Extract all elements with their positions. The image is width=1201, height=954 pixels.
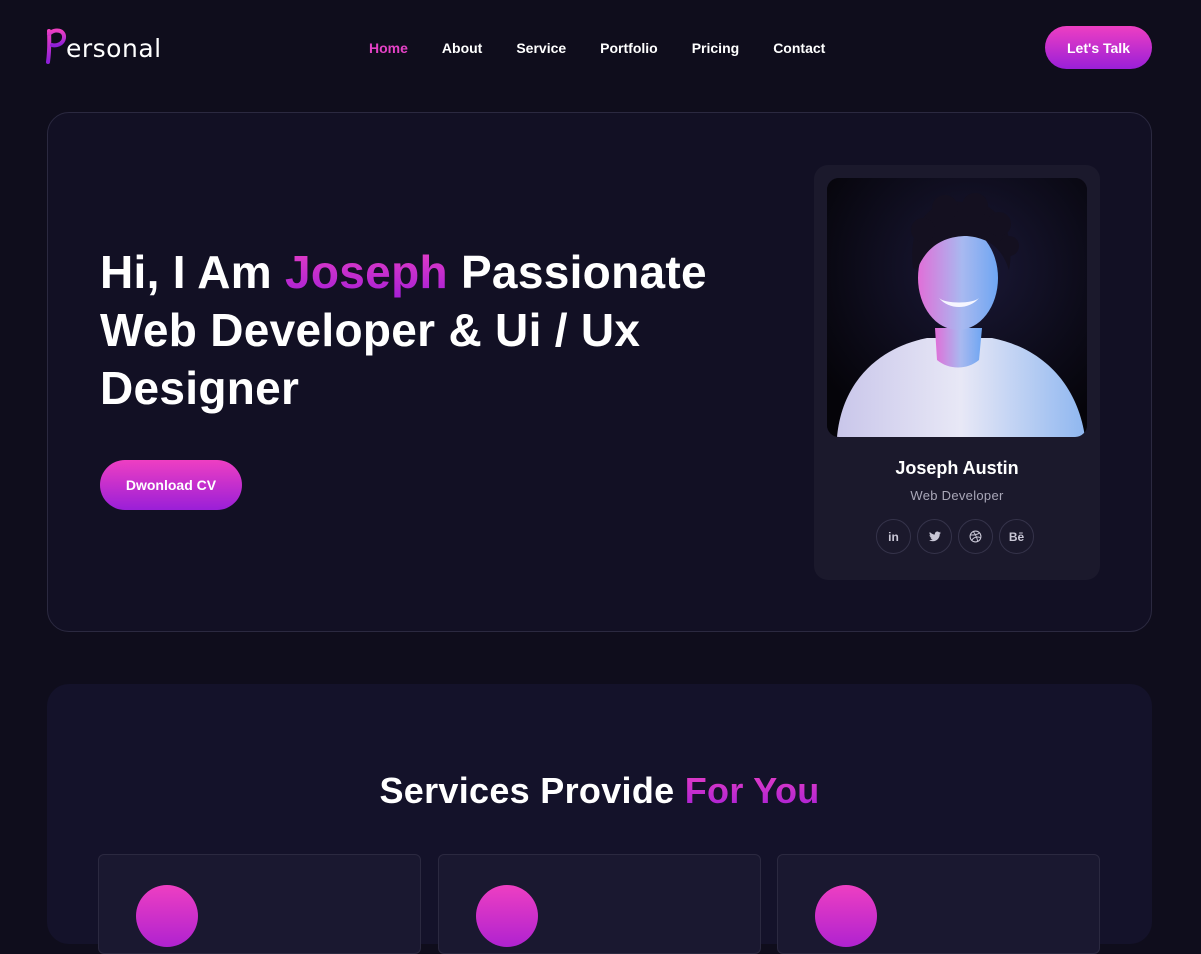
logo-mark-icon	[46, 28, 67, 64]
services-title-highlight: For You	[684, 770, 820, 811]
hero-title-name: Joseph	[285, 246, 448, 298]
profile-card: Joseph Austin Web Developer in Bē	[814, 165, 1100, 580]
hero-title: Hi, I Am Joseph Passionate Web Developer…	[100, 243, 780, 417]
services-title: Services Provide For You	[47, 770, 1152, 812]
twitter-bird-icon	[928, 531, 941, 542]
profile-photo	[827, 178, 1087, 437]
service-card[interactable]	[777, 854, 1100, 954]
services-title-main: Services Provide	[379, 770, 685, 811]
service-icon	[815, 885, 877, 947]
hero-section: Hi, I Am Joseph Passionate Web Developer…	[47, 112, 1152, 632]
profile-photo-illustration	[827, 178, 1087, 437]
nav-home[interactable]: Home	[369, 38, 408, 58]
service-icon	[136, 885, 198, 947]
dribbble-icon[interactable]	[958, 519, 993, 554]
nav-portfolio[interactable]: Portfolio	[600, 38, 658, 58]
profile-role: Web Developer	[910, 488, 1004, 503]
main-nav: Home About Service Portfolio Pricing Con…	[369, 38, 859, 58]
nav-pricing[interactable]: Pricing	[692, 38, 739, 58]
linkedin-icon[interactable]: in	[876, 519, 911, 554]
site-header: ersonal Home About Service Portfolio Pri…	[0, 0, 1201, 95]
download-cv-button[interactable]: Dwonload CV	[100, 460, 242, 510]
service-icon	[476, 885, 538, 947]
services-section: Services Provide For You	[47, 684, 1152, 954]
nav-contact[interactable]: Contact	[773, 38, 825, 58]
dribbble-ball-icon	[969, 530, 982, 543]
service-card[interactable]	[98, 854, 421, 954]
logo[interactable]: ersonal	[45, 28, 162, 64]
behance-icon[interactable]: Bē	[999, 519, 1034, 554]
nav-service[interactable]: Service	[516, 38, 566, 58]
nav-about[interactable]: About	[442, 38, 482, 58]
social-links: in Bē	[876, 519, 1034, 554]
twitter-icon[interactable]	[917, 519, 952, 554]
logo-text: ersonal	[66, 34, 162, 63]
profile-name: Joseph Austin	[895, 458, 1019, 478]
lets-talk-button[interactable]: Let's Talk	[1045, 26, 1152, 69]
hero-title-intro: Hi, I Am	[100, 246, 286, 298]
service-card[interactable]	[438, 854, 761, 954]
